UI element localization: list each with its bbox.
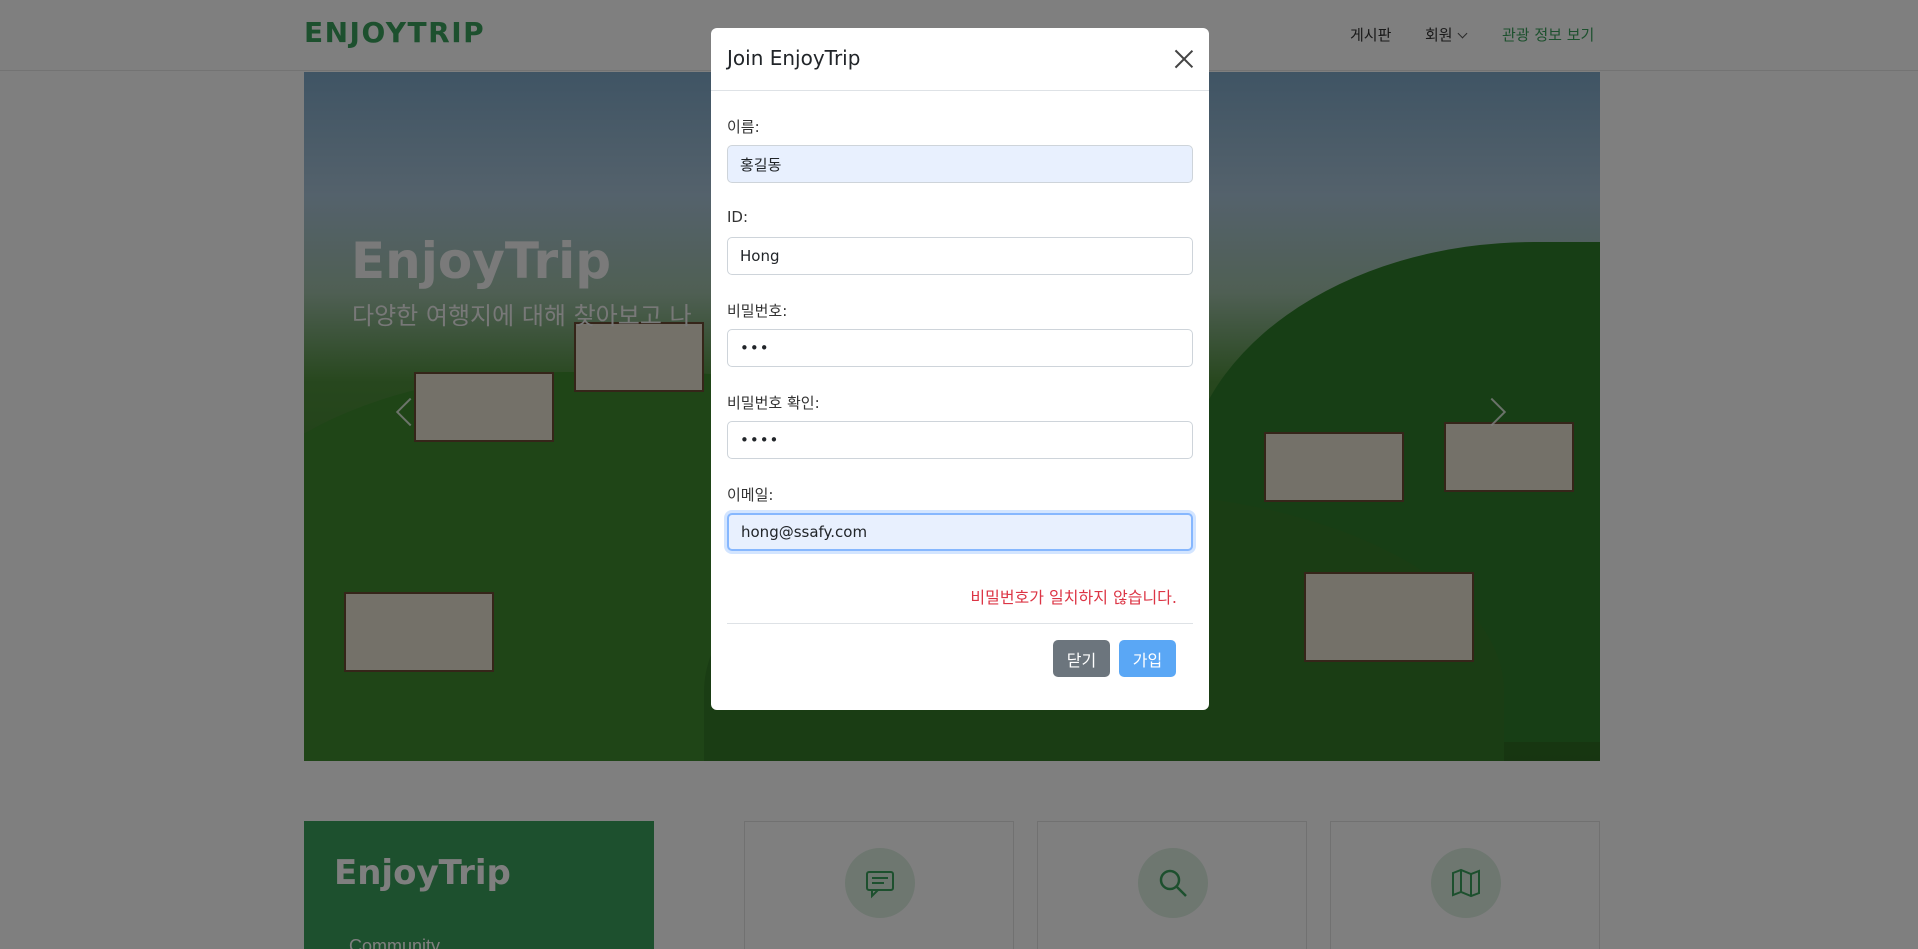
name-field[interactable] xyxy=(727,145,1193,183)
modal-header: Join EnjoyTrip xyxy=(711,28,1209,91)
email-label: 이메일: xyxy=(727,486,774,504)
password-confirm-label: 비밀번호 확인: xyxy=(727,394,820,412)
name-label: 이름: xyxy=(727,118,760,136)
id-field[interactable] xyxy=(727,237,1193,275)
close-icon[interactable] xyxy=(1173,48,1195,70)
id-label: ID: xyxy=(727,208,749,226)
password-label: 비밀번호: xyxy=(727,302,788,320)
password-confirm-field[interactable] xyxy=(727,421,1193,459)
modal-title: Join EnjoyTrip xyxy=(727,46,861,70)
email-field[interactable] xyxy=(727,513,1193,551)
join-button[interactable]: 가입 xyxy=(1119,640,1176,677)
close-button[interactable]: 닫기 xyxy=(1053,640,1110,677)
modal-footer-divider xyxy=(727,623,1193,624)
password-mismatch-error: 비밀번호가 일치하지 않습니다. xyxy=(970,588,1177,607)
join-modal: Join EnjoyTrip 이름: ID: 비밀번호: 비밀번호 확인: 이메… xyxy=(711,28,1209,710)
password-field[interactable] xyxy=(727,329,1193,367)
